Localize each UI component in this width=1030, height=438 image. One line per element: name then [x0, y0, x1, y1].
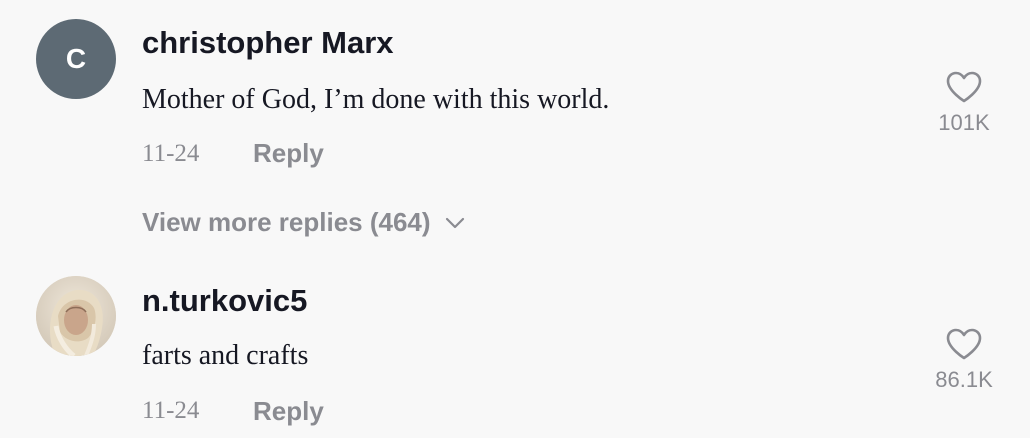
heart-outline-icon	[946, 71, 982, 103]
comment-username[interactable]: christopher Marx	[142, 25, 394, 61]
reply-button[interactable]: Reply	[253, 138, 324, 169]
heart-outline-icon	[946, 328, 982, 360]
comment-item: n.turkovic5 farts and crafts 11-24 Reply…	[0, 260, 1030, 438]
like-count: 86.1K	[935, 367, 993, 392]
comment-date: 11-24	[142, 140, 200, 167]
view-more-replies-label: View more replies (464)	[142, 207, 431, 237]
comment-item: C christopher Marx Mother of God, I’m do…	[0, 0, 1030, 200]
chevron-down-icon	[445, 217, 464, 228]
like-count: 101K	[938, 110, 990, 135]
comment-text: Mother of God, I’m done with this world.	[142, 84, 610, 115]
comment-username[interactable]: n.turkovic5	[142, 283, 307, 319]
avatar[interactable]: C	[36, 19, 116, 99]
comment-text: farts and crafts	[142, 340, 309, 371]
comment-date: 11-24	[142, 397, 200, 424]
avatar-letter: C	[65, 43, 87, 74]
avatar[interactable]	[36, 276, 116, 356]
reply-button[interactable]: Reply	[253, 396, 324, 427]
like-button[interactable]: 86.1K	[924, 327, 1004, 393]
view-more-replies-button[interactable]: View more replies (464)	[142, 207, 465, 238]
user-photo-icon	[36, 276, 116, 356]
like-button[interactable]: 101K	[924, 70, 1004, 136]
